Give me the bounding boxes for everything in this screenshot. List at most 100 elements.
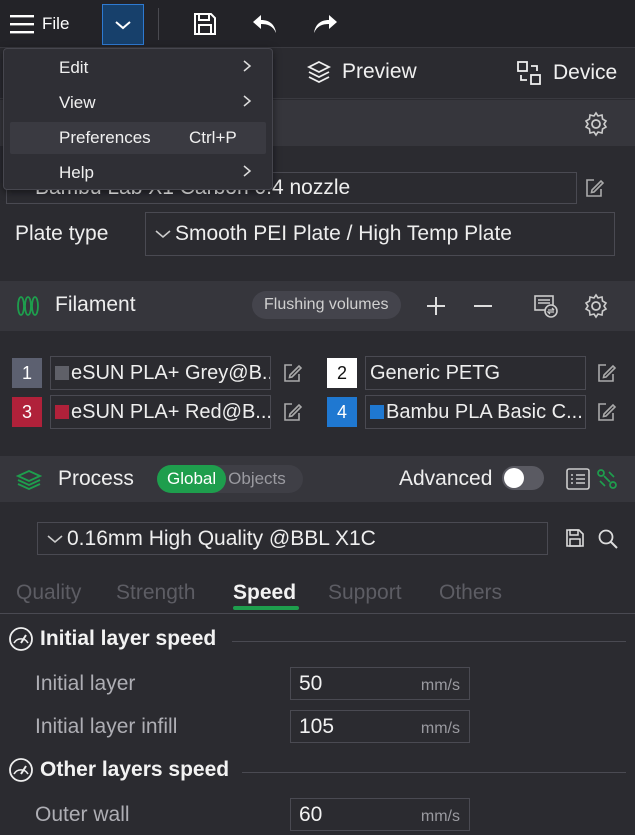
filament-select[interactable]: eSUN PLA+ Red@B... bbox=[50, 395, 271, 429]
input-unit: mm/s bbox=[420, 808, 460, 825]
printer-edit-icon[interactable] bbox=[583, 177, 605, 199]
group-title: Initial layer speed bbox=[8, 626, 216, 652]
filament-slot-number[interactable]: 1 bbox=[12, 358, 42, 388]
chevron-down-icon bbox=[47, 534, 63, 543]
file-menu-label: File bbox=[42, 14, 70, 33]
objects-toggle[interactable]: Objects bbox=[226, 469, 286, 489]
initial-layer-infill-speed-input[interactable]: 105 mm/s bbox=[290, 710, 470, 743]
setting-label: Initial layer bbox=[35, 672, 136, 695]
edit-icon[interactable] bbox=[595, 401, 617, 423]
speedometer-icon bbox=[9, 758, 33, 782]
filament-name: eSUN PLA+ Grey@B... bbox=[71, 361, 271, 384]
menu-item-help[interactable]: Help bbox=[10, 157, 266, 189]
chevron-down-icon bbox=[155, 230, 171, 239]
input-value: 50 bbox=[299, 671, 323, 695]
group-title-text: Other layers speed bbox=[40, 758, 230, 781]
undo-icon bbox=[253, 15, 276, 33]
menu-item-shortcut: Ctrl+P bbox=[189, 128, 237, 147]
tab-preview-label: Preview bbox=[342, 60, 417, 83]
subtab-support[interactable]: Support bbox=[328, 581, 402, 605]
chevron-right-icon bbox=[243, 60, 252, 72]
global-toggle[interactable]: Global bbox=[157, 465, 227, 493]
filament-select[interactable]: Bambu PLA Basic C... bbox=[365, 395, 586, 429]
filament-select[interactable]: eSUN PLA+ Grey@B... bbox=[50, 356, 271, 390]
setting-label: Outer wall bbox=[35, 803, 130, 826]
filament-title: Filament bbox=[55, 293, 136, 316]
menu-item-label: Edit bbox=[59, 58, 89, 77]
flushing-volumes-button[interactable]: Flushing volumes bbox=[252, 291, 401, 319]
initial-layer-speed-input[interactable]: 50 mm/s bbox=[290, 667, 470, 700]
filament-name: Bambu PLA Basic C... bbox=[386, 400, 583, 423]
edit-icon[interactable] bbox=[281, 362, 303, 384]
plate-type-value: Smooth PEI Plate / High Temp Plate bbox=[175, 222, 512, 245]
tab-device-label: Device bbox=[553, 61, 618, 84]
group-divider bbox=[242, 772, 626, 773]
filament-color-swatch bbox=[55, 405, 69, 419]
filament-settings-gear-icon[interactable] bbox=[583, 293, 609, 319]
filament-color-swatch bbox=[370, 405, 384, 419]
group-divider bbox=[232, 641, 626, 642]
filament-select[interactable]: Generic PETG bbox=[365, 356, 586, 390]
process-title: Process bbox=[58, 467, 134, 490]
advanced-switch[interactable] bbox=[502, 466, 544, 490]
filament-spool-icon bbox=[17, 296, 39, 316]
file-menu-button[interactable]: File bbox=[10, 8, 69, 40]
input-value: 105 bbox=[299, 714, 335, 738]
subtab-speed[interactable]: Speed bbox=[233, 581, 296, 605]
add-filament-icon[interactable] bbox=[424, 294, 448, 318]
search-icon[interactable] bbox=[596, 527, 620, 551]
filament-color-swatch bbox=[55, 366, 69, 380]
plate-type-label: Plate type bbox=[15, 222, 109, 245]
plate-type-select[interactable]: Smooth PEI Plate / High Temp Plate bbox=[145, 212, 615, 256]
filament-slot-number[interactable]: 2 bbox=[327, 358, 357, 388]
tab-device[interactable]: Device bbox=[515, 59, 617, 87]
cube-layers-icon bbox=[306, 60, 332, 84]
remove-filament-icon[interactable] bbox=[471, 294, 495, 318]
main-dropdown-menu: Edit View Preferences Ctrl+P Help bbox=[3, 48, 273, 190]
input-unit: mm/s bbox=[420, 720, 460, 737]
switch-knob bbox=[504, 468, 524, 488]
menu-item-label: View bbox=[59, 93, 96, 112]
process-layers-icon bbox=[16, 470, 42, 490]
filament-name: eSUN PLA+ Red@B... bbox=[71, 400, 271, 423]
scope-toggle: Global Objects bbox=[157, 465, 303, 493]
tab-preview[interactable]: Preview bbox=[306, 59, 417, 85]
setting-label: Initial layer infill bbox=[35, 715, 178, 738]
save-icon bbox=[194, 13, 216, 35]
process-preset-select[interactable]: 0.16mm High Quality @BBL X1C bbox=[37, 522, 548, 555]
filament-slot-number[interactable]: 4 bbox=[327, 397, 357, 427]
subtab-quality[interactable]: Quality bbox=[16, 581, 81, 605]
menu-item-preferences[interactable]: Preferences Ctrl+P bbox=[10, 122, 266, 154]
compare-presets-icon[interactable] bbox=[595, 467, 619, 491]
active-subtab-indicator bbox=[233, 606, 299, 610]
list-view-icon[interactable] bbox=[565, 466, 591, 492]
chevron-down-icon bbox=[115, 20, 131, 29]
chevron-right-icon bbox=[243, 95, 252, 107]
menu-item-label: Preferences bbox=[59, 128, 151, 147]
sync-ams-icon[interactable] bbox=[532, 292, 560, 320]
top-toolbar: File bbox=[0, 0, 635, 48]
advanced-label: Advanced bbox=[399, 467, 493, 490]
input-unit: mm/s bbox=[420, 677, 460, 694]
input-value: 60 bbox=[299, 802, 323, 826]
redo-button[interactable] bbox=[311, 10, 339, 38]
outer-wall-speed-input[interactable]: 60 mm/s bbox=[290, 798, 470, 831]
printer-settings-gear-icon[interactable] bbox=[583, 111, 609, 137]
group-title: Other layers speed bbox=[8, 757, 229, 783]
redo-icon bbox=[314, 15, 337, 33]
edit-icon[interactable] bbox=[595, 362, 617, 384]
subtab-others[interactable]: Others bbox=[439, 581, 502, 605]
menu-item-label: Help bbox=[59, 163, 94, 182]
speedometer-icon bbox=[9, 627, 33, 651]
edit-icon[interactable] bbox=[281, 401, 303, 423]
filament-slot-number[interactable]: 3 bbox=[12, 397, 42, 427]
process-preset-value: 0.16mm High Quality @BBL X1C bbox=[67, 526, 376, 550]
menu-item-view[interactable]: View bbox=[10, 87, 266, 119]
subtab-strength[interactable]: Strength bbox=[116, 581, 195, 605]
save-button[interactable] bbox=[191, 10, 219, 38]
menu-dropdown-button[interactable] bbox=[102, 4, 144, 45]
save-preset-icon[interactable] bbox=[565, 528, 585, 548]
menu-item-edit[interactable]: Edit bbox=[10, 52, 266, 84]
filament-section-header: Filament Flushing volumes bbox=[0, 281, 635, 331]
undo-button[interactable] bbox=[251, 10, 279, 38]
